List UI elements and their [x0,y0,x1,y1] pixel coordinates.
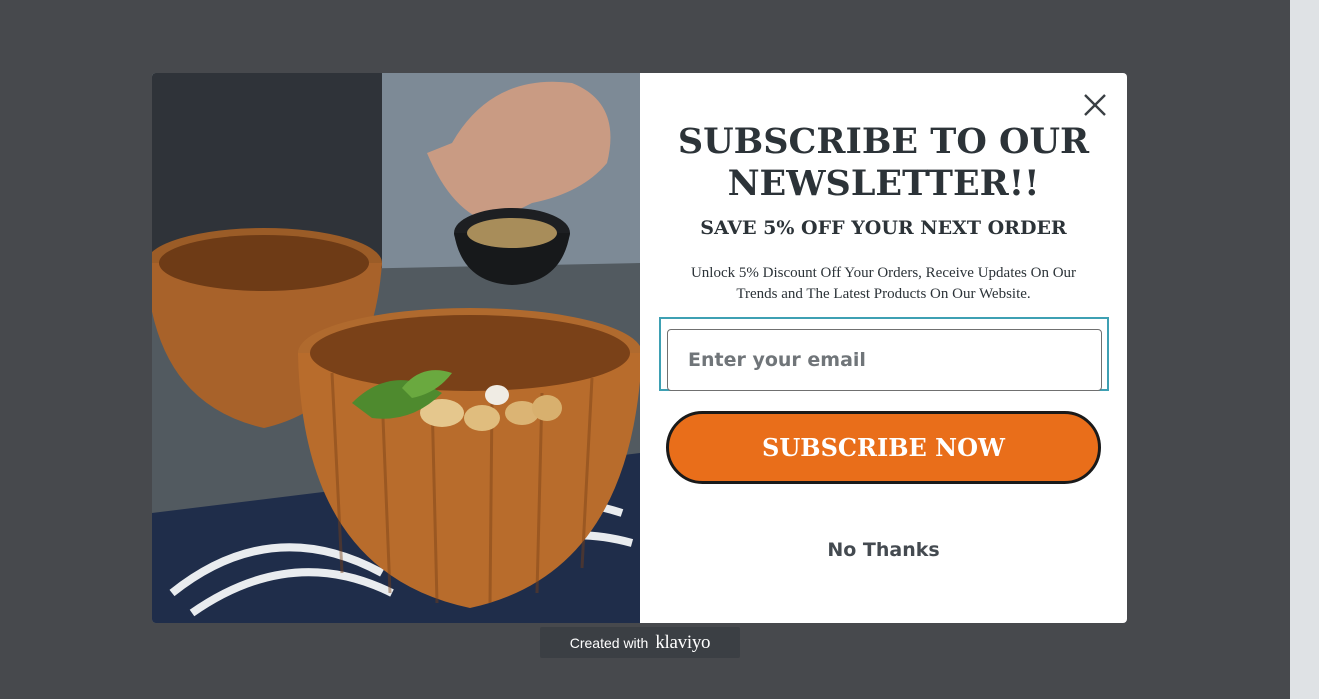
subscribe-button[interactable]: SUBSCRIBE NOW [666,411,1101,484]
klaviyo-badge[interactable]: Created with klaviyo [540,627,740,658]
popup-description: Unlock 5% Discount Off Your Orders, Rece… [690,265,1077,302]
email-input[interactable] [667,329,1102,391]
no-thanks-link[interactable]: No Thanks [640,539,1127,561]
email-field-focus-ring [659,317,1109,391]
discount-subheadline: SAVE 5% OFF YOUR NEXT ORDER [700,217,1067,239]
product-photo [152,73,640,623]
signup-panel: SUBSCRIBE TO OUR NEWSLETTER!! SAVE 5% OF… [640,73,1127,623]
newsletter-popup: SUBSCRIBE TO OUR NEWSLETTER!! SAVE 5% OF… [152,73,1127,623]
created-with-label: Created with [569,634,649,651]
page-scrollbar[interactable] [1290,0,1319,699]
close-icon[interactable] [1081,91,1109,119]
popup-headline: SUBSCRIBE TO OUR NEWSLETTER!! [677,121,1090,204]
klaviyo-logo: klaviyo [655,631,711,653]
